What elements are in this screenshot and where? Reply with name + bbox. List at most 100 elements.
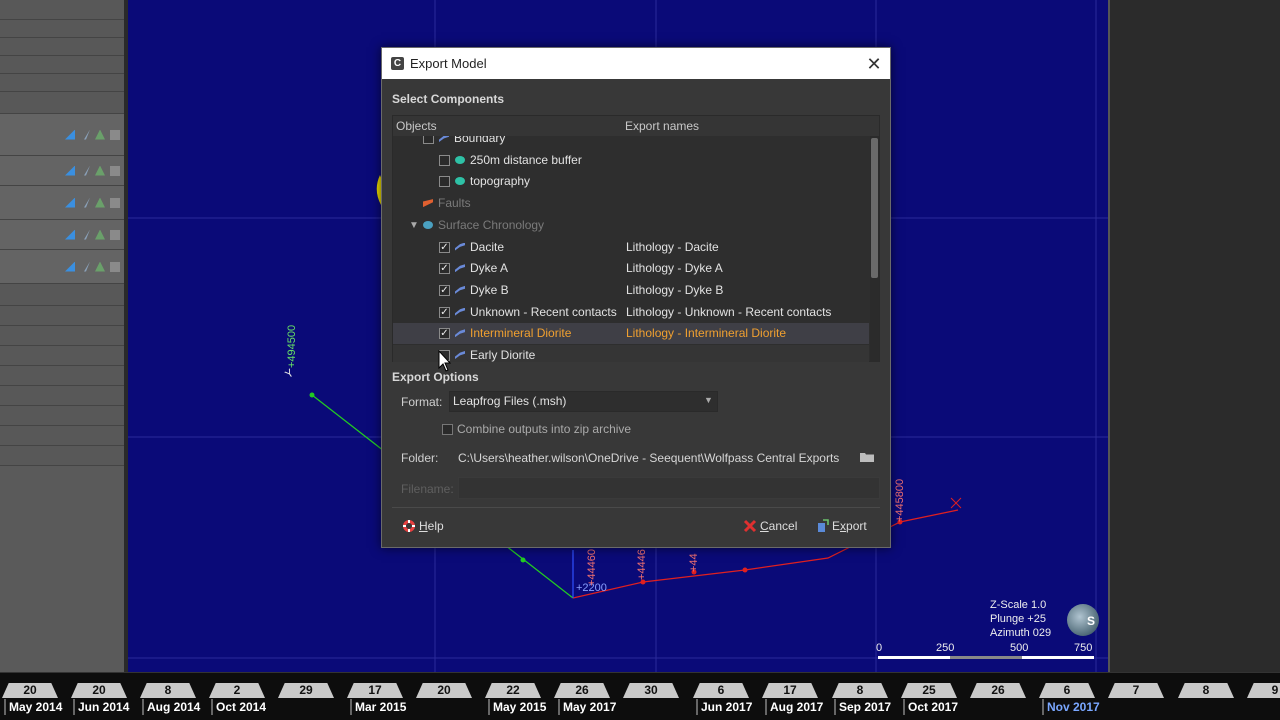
format-select[interactable]: Leapfrog Files (.msh) — [449, 391, 718, 412]
tree-item[interactable]: Faults — [393, 193, 869, 214]
tree-row[interactable] — [0, 284, 124, 306]
surface-icon[interactable] — [95, 229, 105, 240]
timeline-month-label[interactable]: Jun 2014 — [78, 700, 129, 714]
item-checkbox[interactable]: ✓ — [439, 306, 450, 318]
tree-row[interactable] — [0, 92, 124, 114]
tree-row[interactable] — [0, 186, 124, 220]
timeline-day-tab[interactable]: 26 — [970, 683, 1026, 698]
timeline-day-tab[interactable]: 20 — [71, 683, 127, 698]
tree-item-export-name[interactable]: Lithology - Dacite — [626, 237, 719, 258]
tree-item-export-name[interactable]: Lithology - Dyke B — [626, 280, 723, 301]
timeline-day-tab[interactable]: 30 — [623, 683, 679, 698]
tree-row[interactable] — [0, 250, 124, 284]
folder-icon[interactable] — [859, 449, 875, 465]
timeline-day-tab[interactable]: 17 — [762, 683, 818, 698]
edit-icon[interactable] — [84, 129, 90, 140]
tree-row[interactable] — [0, 20, 124, 38]
list-icon[interactable] — [110, 129, 120, 140]
column-header-objects[interactable]: Objects — [396, 119, 437, 133]
timeline-day-tab[interactable]: 29 — [278, 683, 334, 698]
edit-icon[interactable] — [84, 197, 90, 208]
tree-item[interactable]: ✓ Intermineral Diorite Lithology - Intermi… — [393, 323, 869, 345]
item-checkbox[interactable]: ✓ — [439, 328, 450, 340]
list-icon[interactable] — [110, 261, 120, 272]
tree-row[interactable] — [0, 426, 124, 446]
tree-item[interactable]: ✓ Dyke A Lithology - Dyke A — [393, 258, 869, 279]
expand-caret-icon[interactable]: ▼ — [409, 215, 419, 236]
view-icon[interactable] — [65, 261, 75, 272]
list-icon[interactable] — [110, 165, 120, 176]
surface-icon[interactable] — [95, 129, 105, 140]
timeline-month-label[interactable]: Oct 2017 — [908, 700, 958, 714]
timeline-day-tab[interactable]: 26 — [554, 683, 610, 698]
tree-row[interactable] — [0, 306, 124, 326]
combine-zip-checkbox[interactable] — [442, 424, 453, 435]
tree-row[interactable] — [0, 446, 124, 466]
timeline-day-tab[interactable]: 17 — [347, 683, 403, 698]
tree-item[interactable]: ✓ Unknown - Recent contacts Lithology - Un… — [393, 302, 869, 323]
export-button[interactable]: Export — [815, 515, 877, 537]
timeline-day-tab[interactable]: 20 — [416, 683, 472, 698]
tree-item[interactable]: Boundary — [393, 136, 869, 149]
item-checkbox[interactable] — [423, 136, 434, 144]
tree-item[interactable]: ✓ Dyke B Lithology - Dyke B — [393, 280, 869, 301]
timeline-month-label[interactable]: May 2015 — [493, 700, 546, 714]
surface-icon[interactable] — [95, 197, 105, 208]
edit-icon[interactable] — [84, 261, 90, 272]
timeline-day-tab[interactable]: 8 — [1178, 683, 1234, 698]
timeline-month-label[interactable]: May 2014 — [9, 700, 62, 714]
list-icon[interactable] — [110, 229, 120, 240]
tree-item-export-name[interactable]: Lithology - Intermineral Diorite — [626, 323, 786, 344]
timeline-day-tab[interactable]: 7 — [1108, 683, 1164, 698]
item-checkbox[interactable]: ✓ — [439, 241, 450, 253]
chevron-down-icon[interactable]: ▼ — [704, 395, 713, 405]
tree-row[interactable] — [0, 366, 124, 386]
tree-row[interactable] — [0, 326, 124, 346]
timeline-month-label[interactable]: Jun 2017 — [701, 700, 752, 714]
timeline-day-tab[interactable]: 2 — [209, 683, 265, 698]
tree-row[interactable] — [0, 386, 124, 406]
view-icon[interactable] — [65, 129, 75, 140]
help-button[interactable]: Help — [402, 515, 454, 537]
timeline-month-label[interactable]: Aug 2014 — [147, 700, 200, 714]
item-checkbox[interactable] — [439, 154, 450, 166]
tree-row[interactable] — [0, 74, 124, 92]
tree-row[interactable] — [0, 114, 124, 156]
timeline-month-label[interactable]: Sep 2017 — [839, 700, 891, 714]
timeline-day-tab[interactable]: 20 — [2, 683, 58, 698]
item-checkbox[interactable] — [439, 176, 450, 188]
tree-item[interactable]: topography — [393, 171, 869, 192]
tree-row[interactable] — [0, 0, 124, 20]
tree-item[interactable]: 250m distance buffer — [393, 150, 869, 171]
surface-icon[interactable] — [95, 261, 105, 272]
edit-icon[interactable] — [84, 229, 90, 240]
tree-row[interactable] — [0, 346, 124, 366]
tree-row[interactable] — [0, 156, 124, 186]
timeline-month-label[interactable]: Aug 2017 — [770, 700, 823, 714]
timeline-month-label[interactable]: Nov 2017 — [1047, 700, 1100, 714]
tree-item[interactable]: ✓ Dacite Lithology - Dacite — [393, 237, 869, 258]
cancel-button[interactable]: Cancel — [743, 515, 801, 537]
tree-scrollbar[interactable] — [870, 136, 879, 362]
components-tree[interactable]: Objects Export names Boundary 250m distan… — [392, 115, 880, 362]
tree-item-export-name[interactable]: Lithology - Unknown - Recent contacts — [626, 302, 831, 323]
item-checkbox[interactable]: ✓ — [439, 284, 450, 296]
item-checkbox[interactable]: ✓ — [439, 263, 450, 275]
combine-zip-label[interactable]: Combine outputs into zip archive — [457, 422, 631, 436]
view-icon[interactable] — [65, 165, 75, 176]
timeline-month-label[interactable]: Oct 2014 — [216, 700, 266, 714]
tree-row[interactable] — [0, 220, 124, 250]
close-icon[interactable]: ✕ — [863, 53, 885, 75]
timeline-day-tab[interactable]: 25 — [901, 683, 957, 698]
tree-item[interactable]: Early Diorite — [393, 345, 869, 362]
timeline-day-tab[interactable]: 8 — [832, 683, 888, 698]
dialog-titlebar[interactable]: C Export Model ✕ — [382, 48, 890, 79]
timeline-day-tab[interactable]: 6 — [1039, 683, 1095, 698]
timeline-month-label[interactable]: Mar 2015 — [355, 700, 406, 714]
folder-path-value[interactable]: C:\Users\heather.wilson\OneDrive - Seequ… — [458, 451, 839, 465]
view-icon[interactable] — [65, 197, 75, 208]
timeline-day-tab[interactable]: 22 — [485, 683, 541, 698]
list-icon[interactable] — [110, 197, 120, 208]
timeline-day-tab[interactable]: 6 — [693, 683, 749, 698]
tree-item-export-name[interactable]: Lithology - Dyke A — [626, 258, 723, 279]
